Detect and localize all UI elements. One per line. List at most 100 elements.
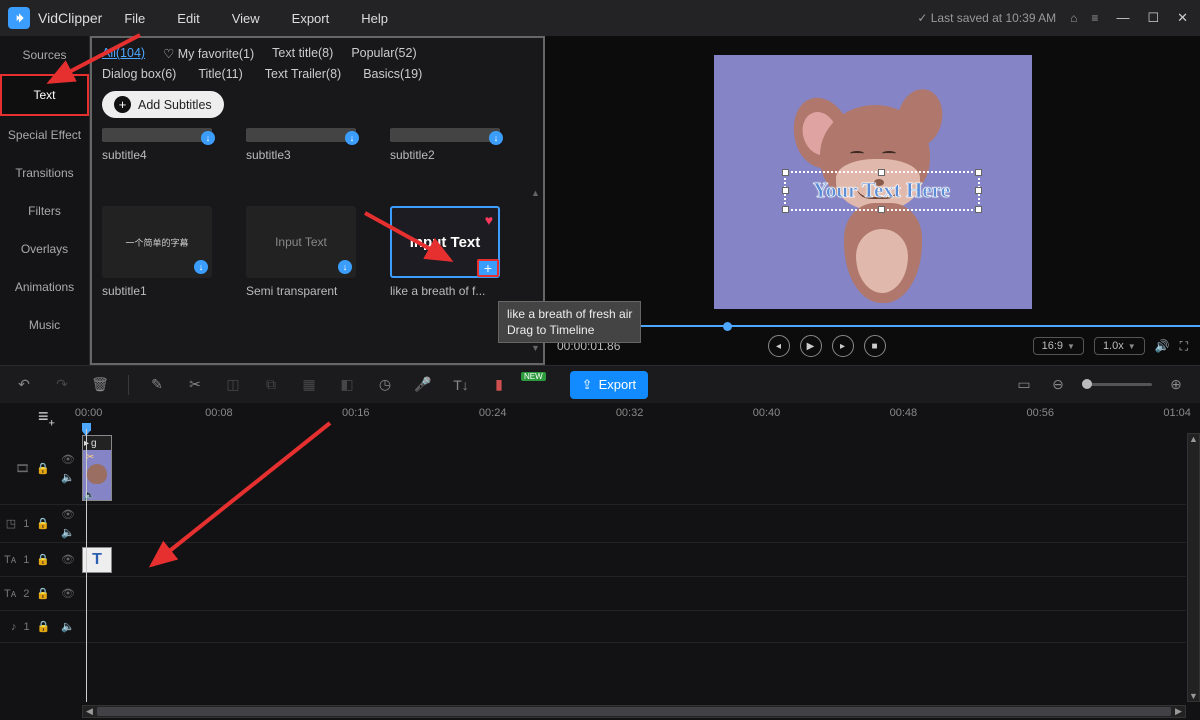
maximize-button[interactable]: ☐ (1143, 8, 1163, 28)
overlay-text[interactable]: Your Text Here (813, 178, 950, 203)
close-button[interactable]: ✕ (1173, 8, 1192, 28)
fit-timeline-button[interactable]: ▭ (1014, 375, 1034, 395)
scroll-right-icon[interactable]: ▶ (1172, 706, 1185, 717)
sidebar-item-transitions[interactable]: Transitions (0, 154, 89, 192)
delete-button[interactable]: 🗑 (90, 375, 110, 395)
voiceover-tool[interactable]: 🎤 (413, 375, 433, 395)
menu-icon[interactable]: ≡ (1091, 11, 1098, 25)
tab-text-title[interactable]: Text title(8) (272, 46, 333, 61)
prev-frame-button[interactable]: ◂ (768, 335, 790, 357)
tab-dialog-box[interactable]: Dialog box(6) (102, 67, 176, 81)
visibility-icon[interactable]: 👁 (61, 587, 75, 600)
menu-edit[interactable]: Edit (177, 11, 199, 26)
menu-view[interactable]: View (232, 11, 260, 26)
freeze-tool[interactable]: ◧ (337, 375, 357, 395)
export-button[interactable]: ⇪ Export (570, 371, 648, 399)
grid-item-subtitle1[interactable]: 一个简单的字幕↓ subtitle1 (102, 206, 230, 328)
next-frame-button[interactable]: ▸ (832, 335, 854, 357)
tab-basics[interactable]: Basics(19) (363, 67, 422, 81)
tab-text-trailer[interactable]: Text Trailer(8) (265, 67, 341, 81)
play-button[interactable]: ▶ (800, 335, 822, 357)
lock-icon[interactable]: 🔒 (37, 620, 51, 633)
grid-item-subtitle4[interactable]: ↓ subtitle4 (102, 128, 230, 192)
menu-export[interactable]: Export (292, 11, 330, 26)
grid-item-subtitle2[interactable]: ↓ subtitle2 (390, 128, 518, 192)
video-track[interactable]: 🎞 🔒 👁🔈 ▸g ✂ 🔈 (0, 433, 1186, 505)
sidebar-item-filters[interactable]: Filters (0, 192, 89, 230)
aspect-ratio-select[interactable]: 16:9▼ (1033, 337, 1084, 355)
resize-handle[interactable] (975, 169, 982, 176)
mute-icon[interactable]: 🔈 (61, 526, 75, 539)
timeline-v-scrollbar[interactable]: ▲▼ (1187, 433, 1200, 702)
tab-all[interactable]: All(104) (102, 46, 145, 61)
visibility-icon[interactable]: 👁 (61, 553, 75, 566)
download-icon[interactable]: ↓ (345, 131, 359, 145)
mute-icon[interactable]: 🔈 (61, 620, 75, 633)
menu-file[interactable]: File (124, 11, 145, 26)
heart-icon[interactable]: ♥ (485, 212, 493, 228)
fullscreen-icon[interactable]: ⛶ (1180, 339, 1188, 354)
resize-handle[interactable] (782, 206, 789, 213)
download-icon[interactable]: ↓ (338, 260, 352, 274)
zoom-slider[interactable] (1082, 383, 1152, 386)
pip-track[interactable]: ◳ 1 🔒 👁🔈 (0, 505, 1186, 543)
scrollbar-thumb[interactable] (97, 707, 1171, 716)
preview-progress-handle[interactable] (723, 322, 732, 331)
text-track-2[interactable]: Tᴀ 2 🔒 👁 (0, 577, 1186, 611)
add-to-timeline-button[interactable]: + (477, 259, 499, 277)
tab-popular[interactable]: Popular(52) (351, 46, 416, 61)
redo-button[interactable]: ↷ (52, 375, 72, 395)
undo-button[interactable]: ↶ (14, 375, 34, 395)
lock-icon[interactable]: 🔒 (36, 587, 50, 600)
add-subtitles-button[interactable]: + Add Subtitles (102, 91, 224, 118)
home-icon[interactable]: ⌂ (1070, 11, 1077, 25)
mute-icon[interactable]: 🔈 (61, 471, 75, 484)
timeline-h-scrollbar[interactable]: ◀ ▶ (82, 705, 1186, 718)
download-icon[interactable]: ↓ (489, 131, 503, 145)
sidebar-item-music[interactable]: Music (0, 306, 89, 344)
zoom-in-button[interactable]: ⊕ (1166, 375, 1186, 395)
sidebar-item-overlays[interactable]: Overlays (0, 230, 89, 268)
resize-handle[interactable] (782, 169, 789, 176)
tab-favorite[interactable]: My favorite(1) (163, 46, 254, 61)
sidebar-item-animations[interactable]: Animations (0, 268, 89, 306)
zoom-out-button[interactable]: ⊖ (1048, 375, 1068, 395)
new-feature-tool[interactable]: ▮ (489, 375, 509, 395)
resize-handle[interactable] (878, 206, 885, 213)
download-icon[interactable]: ↓ (194, 260, 208, 274)
scroll-left-icon[interactable]: ◀ (83, 706, 96, 717)
add-track-button[interactable]: ≡+ (36, 404, 57, 432)
visibility-icon[interactable]: 👁 (61, 508, 75, 521)
volume-icon[interactable]: 🔊 (1155, 339, 1170, 353)
duration-tool[interactable]: ◷ (375, 375, 395, 395)
sidebar-item-text[interactable]: Text (0, 74, 89, 116)
text-overlay-box[interactable]: Your Text Here (784, 171, 980, 211)
stop-button[interactable]: ■ (864, 335, 886, 357)
audio-track[interactable]: ♪ 1 🔒 🔈 (0, 611, 1186, 643)
edit-tool[interactable]: ✎ (147, 375, 167, 395)
time-ruler[interactable]: 00:00 00:08 00:16 00:24 00:32 00:40 00:4… (82, 407, 1186, 427)
grid-item-subtitle3[interactable]: ↓ subtitle3 (246, 128, 374, 192)
resize-handle[interactable] (975, 187, 982, 194)
sidebar-item-special-effect[interactable]: Special Effect (0, 116, 89, 154)
text-tool[interactable]: T↓ (451, 375, 471, 395)
grid-item-semi-transparent[interactable]: Input Text↓ Semi transparent (246, 206, 374, 328)
resize-handle[interactable] (975, 206, 982, 213)
zoom-slider-thumb[interactable] (1082, 379, 1092, 389)
minimize-button[interactable]: — (1112, 8, 1133, 28)
crop-tool[interactable]: ◫ (223, 375, 243, 395)
resize-handle[interactable] (878, 169, 885, 176)
split-tool[interactable]: ✂ (185, 375, 205, 395)
sidebar-item-sources[interactable]: Sources (0, 36, 89, 74)
speed-select[interactable]: 1.0x▼ (1094, 337, 1145, 355)
preview-progress[interactable] (545, 325, 1200, 327)
menu-help[interactable]: Help (361, 11, 388, 26)
preview-canvas[interactable]: Your Text Here (714, 55, 1032, 309)
mosaic-tool[interactable]: ▦ (299, 375, 319, 395)
download-icon[interactable]: ↓ (201, 131, 215, 145)
tab-title[interactable]: Title(11) (198, 67, 242, 81)
text-track-1[interactable]: Tᴀ 1 🔒 👁 T (0, 543, 1186, 577)
copy-tool[interactable]: ⧉ (261, 375, 281, 395)
lock-icon[interactable]: 🔒 (36, 517, 50, 530)
lock-icon[interactable]: 🔒 (36, 462, 50, 475)
